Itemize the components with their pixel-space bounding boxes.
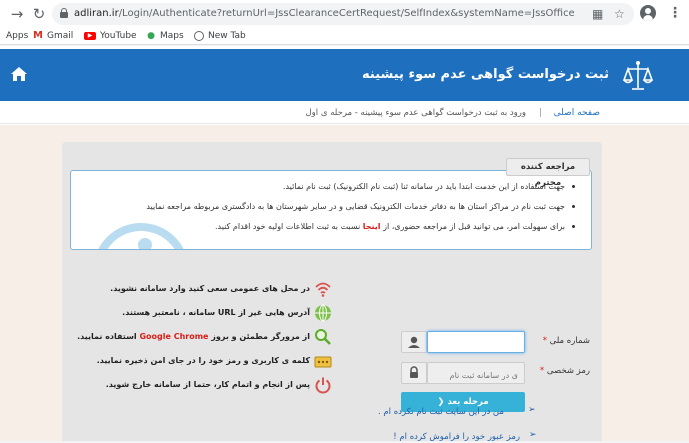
tip-item: پس از انجام و اتمام کار، حتما از سامانه … — [106, 376, 332, 400]
not-registered-link[interactable]: من در این سایت ثبت نام نکرده ام . — [378, 406, 504, 418]
forgot-password-link[interactable]: رمز عبور خود را فراموش کرده ام ! — [393, 431, 520, 443]
address-bar[interactable]: adliran.ir/Login/Authenticate?returnUrl=… — [52, 3, 634, 25]
megaphone-icon: ➢ — [528, 405, 536, 415]
bookmark-maps[interactable]: ● Maps — [146, 29, 184, 43]
bookmark-gmail[interactable]: M Gmail — [33, 29, 73, 43]
translate-icon[interactable]: ▦ — [592, 6, 603, 22]
notice-item: جهت استفاده از این خدمت ابتدا باید در سا… — [105, 181, 575, 192]
login-panel: جهت استفاده از این خدمت ابتدا باید در سا… — [62, 142, 602, 443]
breadcrumb-current: ورود به ثبت درخواست گواهی عدم سوء پیشینه… — [305, 108, 527, 118]
password-field[interactable] — [427, 362, 525, 386]
site-title: ثبت درخواست گواهی عدم سوء پیشینه — [362, 67, 609, 82]
site-header: ثبت درخواست گواهی عدم سوء پیشینه — [0, 49, 689, 101]
breadcrumb-home-link[interactable]: صفحه اصلی — [554, 107, 600, 119]
notice-tab: مراجعه کننده محترم — [506, 158, 590, 188]
home-icon[interactable] — [10, 66, 28, 82]
globe-icon — [315, 304, 331, 322]
power-icon — [315, 377, 331, 394]
user-addon — [401, 331, 427, 353]
bookmark-new-tab[interactable]: New Tab — [194, 29, 246, 43]
maps-icon: ● — [147, 30, 155, 41]
star-icon[interactable]: ☆ — [614, 6, 625, 22]
password-icon — [314, 356, 332, 368]
lock-addon — [401, 362, 427, 384]
justice-scales-icon — [622, 61, 654, 90]
youtube-icon: ▶ — [84, 31, 96, 40]
kebab-menu-icon[interactable]: ⋮ — [668, 4, 682, 22]
notice-list: جهت استفاده از این خدمت ابتدا باید در سا… — [105, 181, 575, 241]
security-tips: در محل های عمومی سعی کنید وارد سامانه نش… — [77, 280, 332, 400]
national-id-label: شماره ملی * — [542, 336, 590, 346]
magnifier-icon — [315, 329, 331, 345]
breadcrumb: صفحه اصلی | ورود به ثبت درخواست گواهی عد… — [0, 102, 689, 124]
notice-item: برای سهولت امر، می توانید قبل از مراجعه … — [105, 221, 575, 232]
bookmarks-bar: Apps M Gmail ▶ YouTube ● Maps New Tab — [0, 28, 689, 45]
notice-item: جهت ثبت نام در مراکز استان ها به دفاتر خ… — [105, 201, 575, 212]
browser-toolbar: → ↻ adliran.ir/Login/Authenticate?return… — [0, 0, 689, 28]
password-label: رمز شخصی * — [539, 366, 590, 376]
password-input[interactable] — [428, 365, 524, 386]
bookmark-apps[interactable]: Apps — [6, 29, 28, 43]
tip-item: آدرس هایی غیر از URL سامانه ، نامعتبر هس… — [112, 304, 332, 328]
website: ثبت درخواست گواهی عدم سوء پیشینه صفحه اص… — [0, 46, 689, 443]
new-tab-icon — [194, 30, 204, 41]
profile-avatar-icon[interactable] — [640, 5, 656, 21]
bookmark-youtube[interactable]: ▶ YouTube — [84, 29, 137, 43]
breadcrumb-separator: | — [538, 108, 542, 118]
padlock-icon — [410, 366, 418, 378]
national-id-field[interactable] — [427, 331, 525, 355]
here-link[interactable]: اینجا — [363, 222, 381, 231]
tip-item: کلمه ی کاربری و رمز خود را در جای امن ذخ… — [97, 352, 332, 376]
url-text[interactable]: adliran.ir/Login/Authenticate?returnUrl=… — [74, 6, 574, 22]
user-icon — [408, 336, 420, 348]
wifi-warning-icon — [315, 282, 331, 297]
tip-item: در محل های عمومی سعی کنید وارد سامانه نش… — [110, 280, 332, 304]
tip-item: از مرورگر مطمئن و بروز Google Chrome است… — [77, 328, 332, 352]
reload-icon[interactable]: ↻ — [30, 5, 48, 23]
megaphone-icon: ➢ — [529, 430, 537, 440]
national-id-input[interactable] — [428, 334, 524, 355]
back-arrow-icon[interactable]: → — [8, 5, 26, 23]
lock-icon[interactable] — [60, 8, 68, 18]
gmail-icon: M — [33, 29, 43, 41]
notice-box: جهت استفاده از این خدمت ابتدا باید در سا… — [70, 170, 592, 250]
